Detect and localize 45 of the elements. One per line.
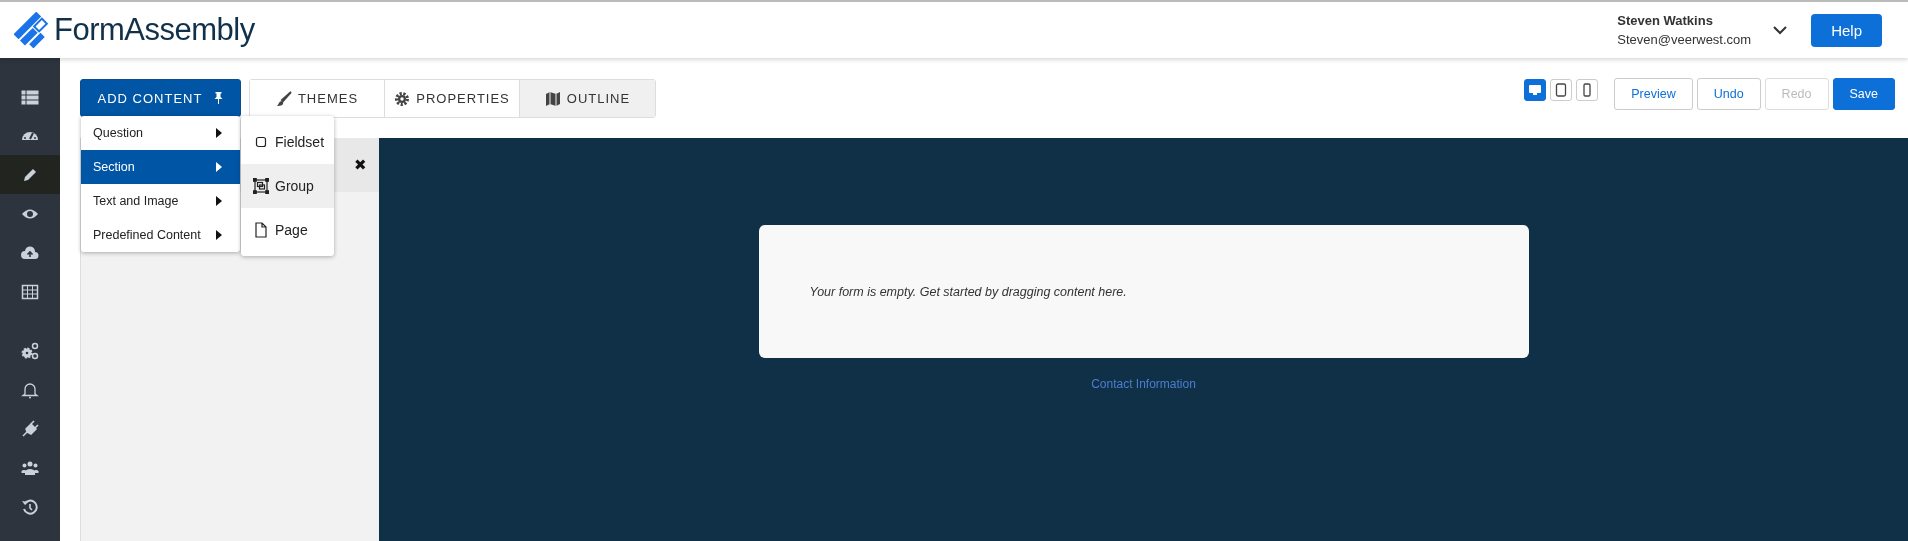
tab[interactable]: OUTLINE [520, 80, 655, 117]
table-icon [21, 282, 39, 301]
square-icon [253, 134, 269, 150]
user-email: Steven@veerwest.com [1617, 32, 1752, 47]
help-button[interactable]: Help [1811, 13, 1882, 47]
desktop-icon [1528, 83, 1543, 97]
chevron-down-icon[interactable] [1773, 25, 1788, 35]
caret-icon [216, 230, 222, 240]
submenu-item[interactable]: Fieldset [241, 120, 334, 164]
bell-icon [21, 380, 39, 399]
tablet-view-button[interactable] [1550, 79, 1573, 101]
tab[interactable]: THEMES [250, 80, 385, 117]
pin-icon [214, 92, 224, 104]
empty-message: Your form is empty. Get started by dragging content here. [809, 284, 1127, 299]
settings-icon [394, 90, 411, 107]
caret-icon [216, 196, 222, 206]
menu-item[interactable]: Section [81, 150, 240, 184]
phone-view-button[interactable] [1576, 79, 1599, 101]
tablet-icon [1554, 83, 1569, 97]
list-icon [21, 87, 39, 106]
sidebar-item[interactable] [0, 155, 60, 194]
action-button[interactable]: Save [1832, 78, 1895, 110]
page-icon [253, 222, 269, 238]
action-button[interactable]: Undo [1696, 78, 1761, 110]
gauge-icon [21, 130, 39, 141]
menu-item[interactable]: Predefined Content [81, 218, 240, 252]
history-icon [21, 497, 39, 516]
brand-name[interactable]: FormAssembly [54, 12, 255, 48]
caret-icon [216, 162, 222, 172]
group-icon [253, 178, 269, 194]
menu-item[interactable]: Question [81, 116, 240, 150]
submenu-item[interactable]: Group [241, 164, 334, 208]
user-name: Steven Watkins [1617, 13, 1714, 28]
add-content-button[interactable]: ADD CONTENT [80, 79, 241, 117]
caret-icon [216, 128, 222, 138]
brush-icon [275, 90, 292, 107]
action-button[interactable]: Preview [1614, 78, 1693, 110]
submenu-item[interactable]: Page [241, 208, 334, 252]
desktop-view-button[interactable] [1524, 79, 1547, 101]
gears-icon [21, 341, 39, 360]
map-icon [544, 90, 561, 107]
plug-icon [21, 419, 39, 438]
close-button[interactable]: ✖ [354, 156, 367, 174]
menu-item[interactable]: Text and Image [81, 184, 240, 218]
logo-icon [14, 12, 50, 48]
